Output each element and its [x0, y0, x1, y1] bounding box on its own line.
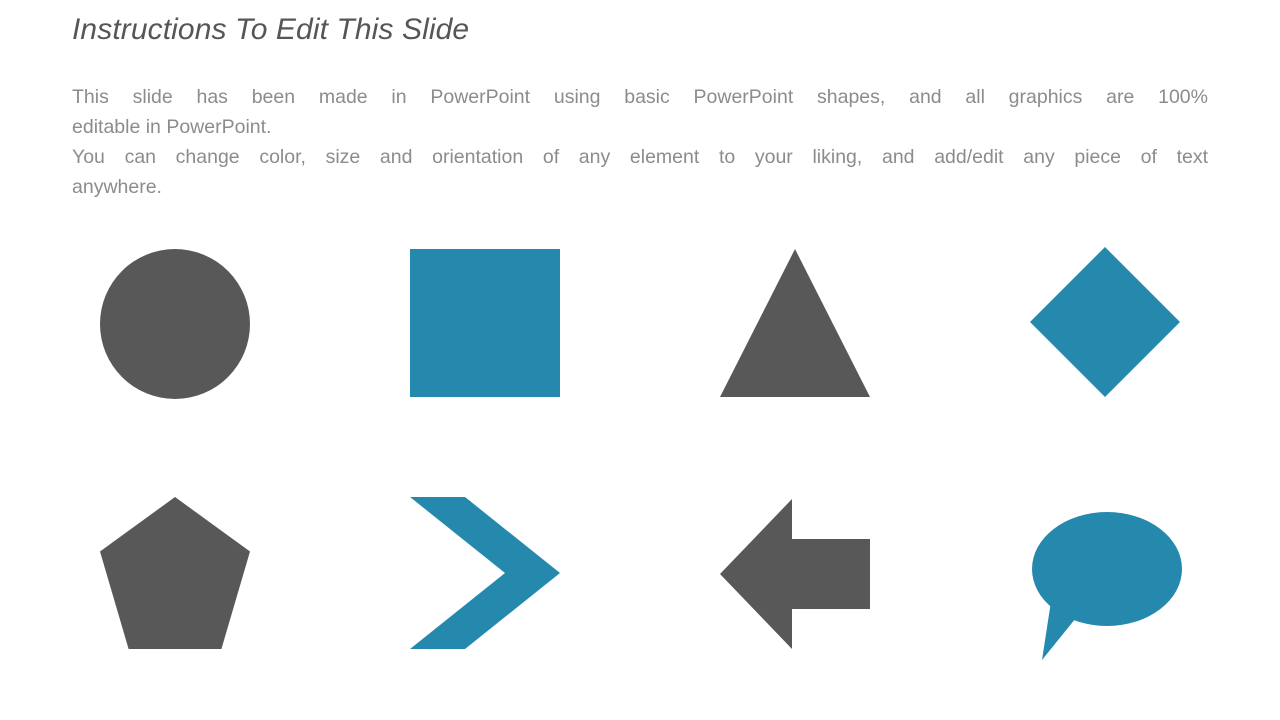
body-paragraph-1-line-2: editable in PowerPoint. [72, 116, 272, 138]
diamond-shape[interactable] [1030, 247, 1180, 397]
body-copy: This slide has been made in PowerPoint u… [72, 82, 1208, 202]
diamond-icon [1030, 247, 1180, 397]
circle-icon [100, 249, 250, 399]
body-paragraph-1: This slide has been made in PowerPoint u… [72, 82, 1208, 142]
page-title: Instructions To Edit This Slide [72, 13, 470, 46]
chevron-shape[interactable] [410, 497, 560, 649]
arrow-left-icon [720, 499, 870, 649]
body-paragraph-2-line-2: anywhere. [72, 176, 162, 198]
speech-bubble-icon [1032, 512, 1182, 660]
square-shape[interactable] [410, 249, 560, 397]
slide-canvas: Instructions To Edit This Slide This sli… [0, 0, 1280, 720]
arrow-left-shape[interactable] [720, 499, 870, 649]
triangle-shape[interactable] [720, 249, 870, 397]
pentagon-shape[interactable] [100, 497, 250, 649]
body-paragraph-1-line-1: This slide has been made in PowerPoint u… [72, 86, 1208, 108]
pentagon-icon [100, 497, 250, 649]
circle-shape[interactable] [100, 249, 250, 399]
body-paragraph-2: You can change color, size and orientati… [72, 142, 1208, 202]
square-icon [410, 249, 560, 397]
chevron-right-icon [410, 497, 560, 649]
body-paragraph-2-line-1: You can change color, size and orientati… [72, 146, 1208, 168]
triangle-icon [720, 249, 870, 397]
speech-bubble-shape[interactable] [1032, 512, 1182, 662]
